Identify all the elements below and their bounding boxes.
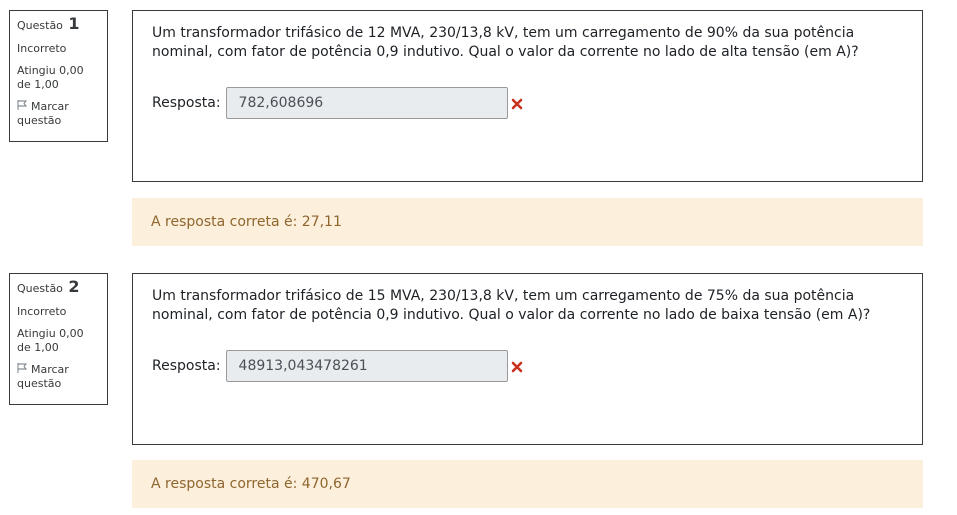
question-info: Questão 1 Incorreto Atingiu 0,00 de 1,00…: [9, 10, 108, 142]
answer-label: Resposta:: [152, 357, 221, 374]
flag-question-link[interactable]: Marcar questão: [17, 363, 100, 391]
answer-row: Resposta:: [152, 87, 523, 119]
correct-answer-feedback: A resposta correta é: 470,67: [132, 460, 923, 508]
incorrect-icon: [511, 97, 523, 110]
question-content: Um transformador trifásico de 15 MVA, 23…: [132, 273, 923, 445]
question-number: Questão 2: [17, 277, 100, 296]
question-text: Um transformador trifásico de 15 MVA, 23…: [152, 288, 871, 323]
flag-question-link[interactable]: Marcar questão: [17, 100, 100, 128]
question-info: Questão 2 Incorreto Atingiu 0,00 de 1,00…: [9, 273, 108, 405]
answer-input[interactable]: [225, 87, 508, 119]
question-state: Incorreto: [17, 42, 67, 55]
question-label: Questão: [17, 282, 63, 295]
flag-icon[interactable]: [17, 100, 27, 110]
question-number-value: 2: [68, 277, 80, 296]
question-text: Um transformador trifásico de 12 MVA, 23…: [152, 25, 859, 60]
answer-input[interactable]: [225, 350, 508, 382]
question-content: Um transformador trifásico de 12 MVA, 23…: [132, 10, 923, 182]
flag-icon[interactable]: [17, 363, 27, 373]
answer-row: Resposta:: [152, 350, 523, 382]
question-grade: Atingiu 0,00 de 1,00: [17, 327, 84, 354]
question-number-value: 1: [68, 14, 80, 33]
answer-label: Resposta:: [152, 94, 221, 111]
correct-answer-feedback: A resposta correta é: 27,11: [132, 198, 923, 246]
incorrect-icon: [511, 360, 523, 373]
question-number: Questão 1: [17, 14, 100, 33]
question-state: Incorreto: [17, 305, 67, 318]
question-label: Questão: [17, 19, 63, 32]
question-grade: Atingiu 0,00 de 1,00: [17, 64, 84, 91]
